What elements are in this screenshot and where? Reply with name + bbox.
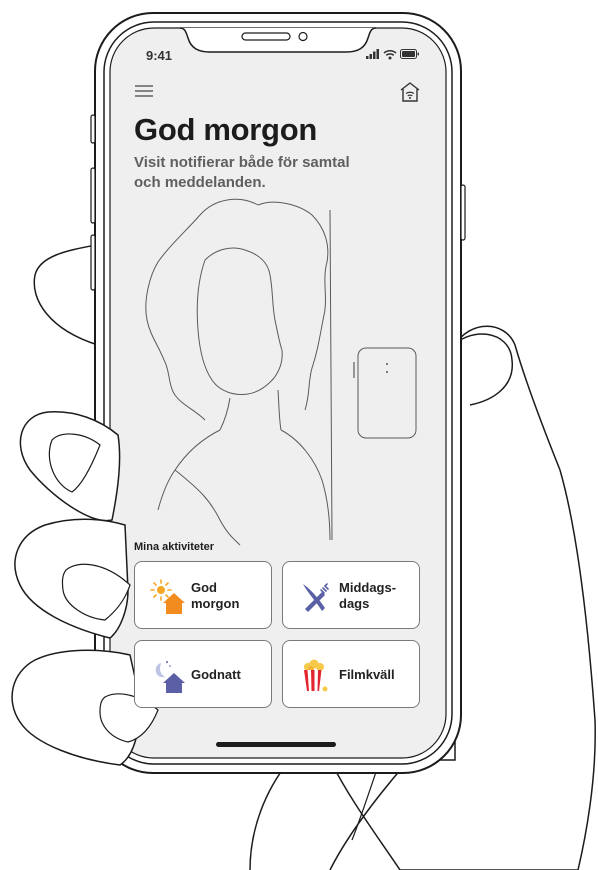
activity-card-middagsdags[interactable]: Middags-dags (282, 561, 420, 629)
phone-power-button (460, 184, 466, 241)
hamburger-menu-icon[interactable] (135, 84, 153, 98)
status-icons (366, 47, 420, 61)
page-subtitle: Visit notifierar både för samtal och med… (134, 154, 350, 191)
finger-upper-left (33, 244, 99, 346)
wifi-icon (383, 49, 397, 59)
fork-knife-icon (303, 583, 329, 612)
phone-side-button-2 (90, 167, 96, 224)
phone-side-button-3 (90, 234, 96, 291)
sun-house-icon (150, 579, 185, 614)
activities-section-label: Mina aktiviteter (134, 541, 215, 553)
status-time: 9:41 (146, 48, 173, 63)
page-title: God morgon (134, 112, 317, 147)
signal-icon (366, 49, 379, 59)
activity-label: God morgon (191, 580, 240, 611)
battery-icon (400, 49, 419, 59)
activity-card-filmkvall[interactable]: Filmkväll (282, 640, 420, 708)
popcorn-icon (304, 659, 328, 692)
smart-home-wifi-icon[interactable] (398, 80, 422, 104)
moon-house-icon (155, 661, 185, 693)
activity-label: Middags-dags (339, 580, 397, 611)
activity-card-godnatt[interactable]: Godnatt (134, 640, 272, 708)
hand-wrist-line (249, 759, 291, 870)
phone-side-button-1 (90, 114, 96, 144)
activity-label: Godnatt (191, 667, 241, 682)
activity-card-god-morgon[interactable]: God morgon (134, 561, 272, 629)
activity-label: Filmkväll (339, 667, 395, 682)
home-indicator-bar[interactable] (216, 742, 336, 747)
